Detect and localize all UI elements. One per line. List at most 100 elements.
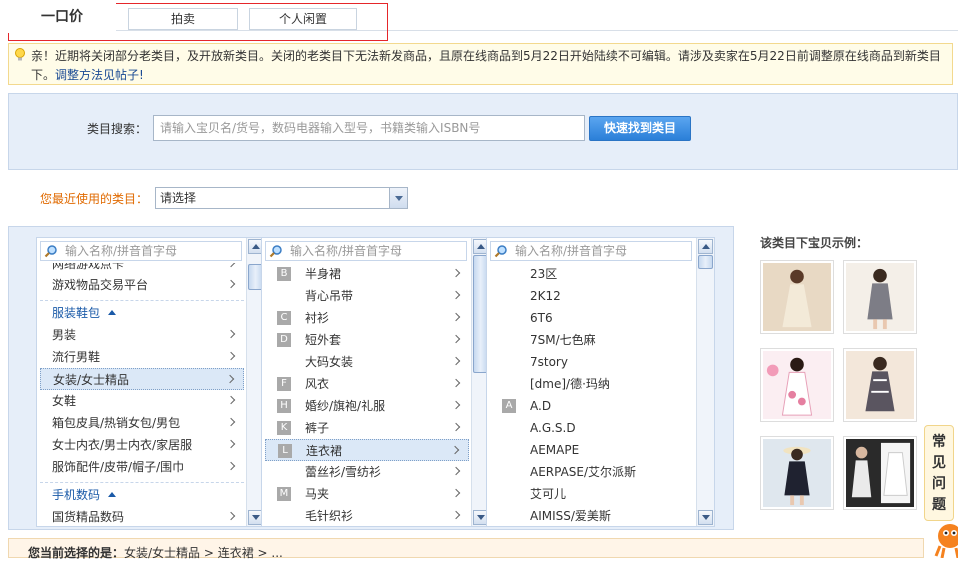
list-item[interactable]: 箱包皮具/热销女包/男包 — [40, 412, 244, 434]
list-item-label: 蕾丝衫/雪纺衫 — [305, 465, 382, 479]
chevron-right-icon — [451, 356, 461, 366]
example-thumbnail[interactable] — [760, 348, 834, 422]
scroll-thumb[interactable] — [698, 255, 713, 269]
list-item[interactable]: 大码女装 — [265, 351, 469, 373]
list-item-label: 连衣裙 — [306, 444, 343, 458]
list-item[interactable]: H 婚纱/旗袍/礼服 — [265, 395, 469, 417]
index-letter-badge: K — [277, 421, 291, 435]
list-item[interactable]: 艾可儿 — [490, 483, 694, 505]
search-icon — [44, 245, 57, 258]
list-item[interactable]: 7SM/七色麻 — [490, 329, 694, 351]
list-item-label: 背心吊带 — [305, 289, 354, 303]
examples-title: 该类目下宝贝示例： — [760, 236, 869, 250]
quick-find-category-button[interactable]: 快速找到类目 — [589, 116, 691, 141]
list-item[interactable]: 游戏物品交易平台 — [40, 274, 244, 296]
column-1-filter-input[interactable]: 输入名称/拼音首字母 — [40, 241, 242, 261]
list-item-label: 网络游戏点卡 — [52, 263, 125, 271]
chevron-right-icon — [226, 461, 236, 471]
list-item[interactable]: AEMAPE — [490, 439, 694, 461]
example-thumbnail[interactable] — [843, 260, 917, 334]
tab-auction[interactable]: 拍卖 — [128, 8, 238, 30]
list-item[interactable]: D 短外套 — [265, 329, 469, 351]
list-item[interactable]: 服饰配件/皮带/帽子/围巾 — [40, 456, 244, 478]
list-item[interactable]: 背心吊带 — [265, 285, 469, 307]
list-item-label: 女士内衣/男士内衣/家居服 — [52, 438, 193, 452]
list-item[interactable]: 国货精品数码 — [40, 506, 244, 526]
tab-fixed-price[interactable]: 一口价 — [8, 3, 116, 33]
list-item-label: 国货精品数码 — [52, 510, 125, 524]
list-item-label: 女装/女士精品 — [53, 373, 130, 387]
column-1-filter-placeholder: 输入名称/拼音首字母 — [65, 244, 178, 258]
scroll-down-button[interactable] — [698, 510, 713, 525]
group-header-digital[interactable]: 手机数码 — [40, 482, 244, 506]
list-item[interactable]: K 裤子 — [265, 417, 469, 439]
list-item-label: 箱包皮具/热销女包/男包 — [52, 416, 181, 430]
list-item[interactable]: M 马夹 — [265, 483, 469, 505]
list-item[interactable]: A A.D — [490, 395, 694, 417]
current-selection-text: 您当前选择的是：女装/女士精品 > 连衣裙 > ... — [28, 544, 283, 561]
group-header-apparel[interactable]: 服装鞋包 — [40, 300, 244, 324]
list-item[interactable]: B 半身裙 — [265, 263, 469, 285]
faq-char: 问 — [932, 476, 946, 492]
list-item[interactable]: 蕾丝衫/雪纺衫 — [265, 461, 469, 483]
chevron-right-icon — [451, 378, 461, 388]
list-item[interactable]: F 风衣 — [265, 373, 469, 395]
list-item[interactable]: A.G.S.D — [490, 417, 694, 439]
recent-category-select[interactable]: 请选择 — [155, 187, 408, 209]
index-letter-badge: L — [278, 444, 292, 458]
list-item[interactable]: 7story — [490, 351, 694, 373]
list-item[interactable]: 6T6 — [490, 307, 694, 329]
list-item-selected[interactable]: 女装/女士精品 — [40, 368, 244, 390]
list-item-label: 23区 — [530, 267, 558, 281]
list-item[interactable]: [dme]/德·玛纳 — [490, 373, 694, 395]
faq-char: 见 — [932, 455, 946, 471]
chevron-right-icon — [451, 312, 461, 322]
list-item[interactable]: 2K12 — [490, 285, 694, 307]
list-item-label: 裤子 — [305, 421, 330, 435]
chevron-right-icon — [451, 290, 461, 300]
example-thumbnail[interactable] — [760, 436, 834, 510]
list-item[interactable]: 流行男鞋 — [40, 346, 244, 368]
column-3-filter-placeholder: 输入名称/拼音首字母 — [515, 244, 628, 258]
faq-button[interactable]: 常 见 问 题 — [924, 425, 954, 521]
chevron-right-icon — [226, 329, 236, 339]
category-change-notice: 亲！近期将关闭部分老类目，及开放新类目。关闭的老类目下无法新发商品，且原在线商品… — [8, 43, 953, 85]
list-item[interactable]: AERPASE/艾尔派斯 — [490, 461, 694, 483]
list-item-label: AEMAPE — [530, 443, 580, 457]
list-item-label: 男装 — [52, 328, 77, 342]
mascot-icon — [934, 524, 958, 558]
list-item[interactable]: 女鞋 — [40, 390, 244, 412]
column-3-scrollbar[interactable] — [696, 238, 714, 526]
list-item[interactable]: 网络游戏点卡 — [40, 263, 244, 274]
column-2-filter-input[interactable]: 输入名称/拼音首字母 — [265, 241, 467, 261]
column-3-list: 23区 2K12 6T6 7SM/七色麻 7story [dme]/德·玛纳 A A.D A.G… — [490, 263, 694, 526]
chevron-down-icon[interactable] — [389, 188, 407, 208]
chevron-right-icon — [450, 445, 460, 455]
list-item[interactable]: 23区 — [490, 263, 694, 285]
scroll-up-button[interactable] — [698, 239, 713, 254]
list-item-label: 婚纱/旗袍/礼服 — [305, 399, 386, 413]
listing-type-tabs: 一口价 拍卖 个人闲置 — [8, 3, 388, 41]
list-item-label: 女鞋 — [52, 394, 77, 408]
tab-personal-idle[interactable]: 个人闲置 — [249, 8, 357, 30]
example-thumbnail[interactable] — [760, 260, 834, 334]
chevron-right-icon — [451, 466, 461, 476]
example-thumbnail[interactable] — [843, 348, 917, 422]
list-item[interactable]: 男装 — [40, 324, 244, 346]
example-thumbnail[interactable] — [843, 436, 917, 510]
recent-category-value: 请选择 — [160, 191, 197, 205]
list-item-label: 马夹 — [305, 487, 330, 501]
index-letter-badge: M — [277, 487, 291, 501]
category-search-input[interactable]: 请输入宝贝名/货号，数码电器输入型号，书籍类输入ISBN号 — [153, 115, 585, 141]
list-item-label: 衬衫 — [305, 311, 330, 325]
list-item[interactable]: 女士内衣/男士内衣/家居服 — [40, 434, 244, 456]
list-item-selected[interactable]: L 连衣裙 — [265, 439, 469, 461]
list-item[interactable]: AIMISS/爱美斯 — [490, 505, 694, 526]
category-column-2: 输入名称/拼音首字母 B 半身裙背心吊带 C 衬衫 D 短外套 大码女装 F 风衣 H 婚纱/旗袍/… — [261, 237, 490, 527]
list-item[interactable]: 毛针织衫 — [265, 505, 469, 526]
list-item[interactable]: C 衬衫 — [265, 307, 469, 329]
notice-adjust-link[interactable]: 调整方法见帖子! — [55, 68, 144, 82]
chevron-right-icon — [226, 417, 236, 427]
column-3-filter-input[interactable]: 输入名称/拼音首字母 — [490, 241, 692, 261]
chevron-right-icon — [451, 268, 461, 278]
